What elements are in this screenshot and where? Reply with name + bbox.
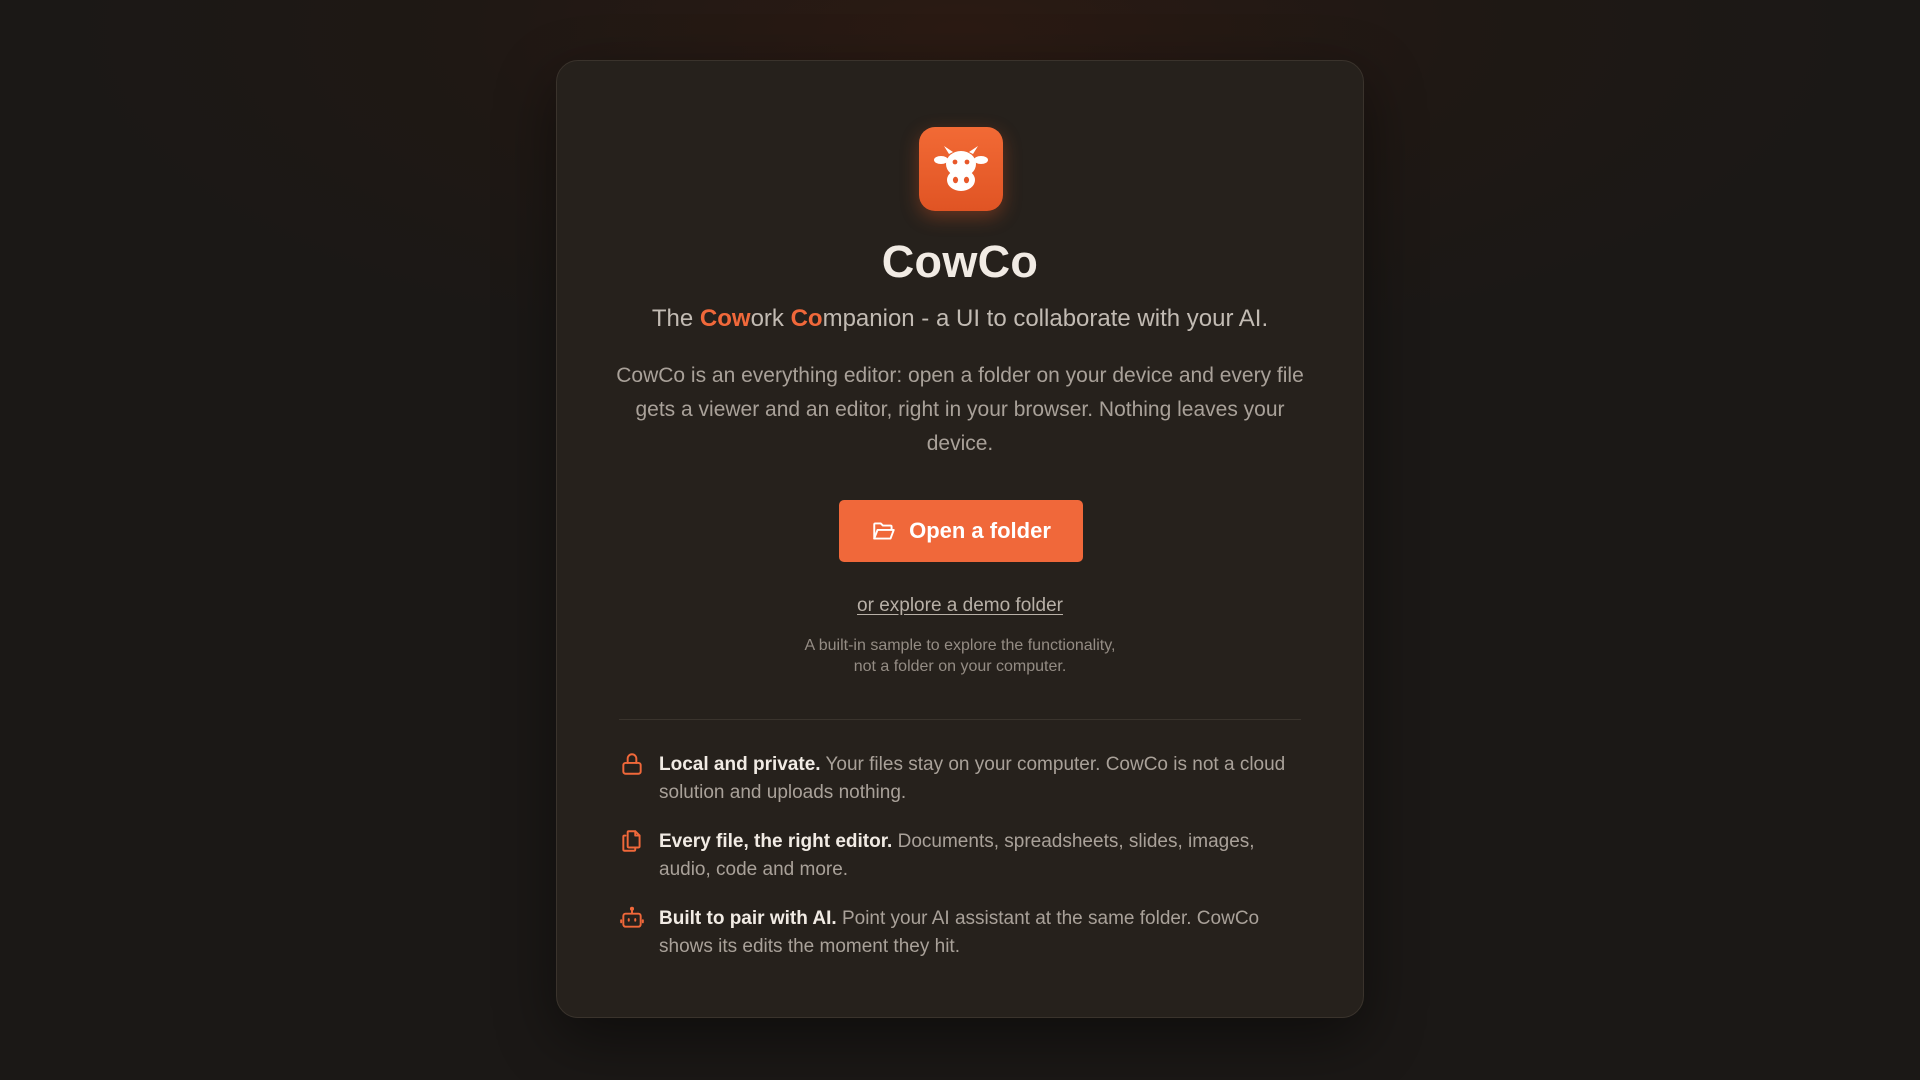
tagline-part: ork [750, 305, 791, 332]
feature-list: Local and private. Your files stay on yo… [619, 751, 1303, 982]
feature-heading: Every file, the right editor. [659, 831, 893, 852]
feature-item-local-private: Local and private. Your files stay on yo… [619, 751, 1303, 807]
demo-link-row: or explore a demo folder [557, 595, 1363, 617]
files-icon [622, 830, 641, 852]
feature-item-every-file: Every file, the right editor. Documents,… [619, 828, 1303, 884]
demo-note-line: A built-in sample to explore the functio… [804, 637, 1116, 654]
robot-icon [620, 906, 644, 928]
app-description: CowCo is an everything editor: open a fo… [616, 364, 1304, 455]
folder-open-icon [873, 522, 895, 540]
explore-demo-link[interactable]: or explore a demo folder [857, 595, 1063, 616]
tagline-highlight-co: Co [790, 305, 823, 332]
tagline-prefix: The [651, 305, 700, 332]
feature-heading: Local and private. [659, 754, 821, 775]
open-folder-button[interactable]: Open a folder [839, 500, 1083, 562]
feature-text: Local and private. Your files stay on yo… [659, 751, 1303, 807]
demo-note: A built-in sample to explore the functio… [557, 635, 1363, 677]
app-title: CowCo [881, 236, 1039, 287]
app-logo [919, 127, 1003, 211]
welcome-card: CowCo The Cowork Companion - a UI to col… [556, 60, 1364, 1018]
feature-text: Every file, the right editor. Documents,… [659, 828, 1303, 884]
lock-icon [622, 753, 642, 775]
feature-text: Built to pair with AI. Point your AI ass… [659, 905, 1303, 961]
open-folder-label: Open a folder [909, 518, 1051, 543]
tagline: The Cowork Companion - a UI to collabora… [557, 305, 1363, 333]
demo-note-line: not a folder on your computer. [853, 658, 1067, 675]
divider [619, 719, 1301, 720]
tagline-highlight-cow: Cow [699, 305, 751, 332]
feature-heading: Built to pair with AI. [659, 908, 837, 929]
feature-item-pair-ai: Built to pair with AI. Point your AI ass… [619, 905, 1303, 961]
cow-icon [934, 146, 988, 191]
tagline-suffix: mpanion - a UI to collaborate with your … [822, 305, 1269, 332]
